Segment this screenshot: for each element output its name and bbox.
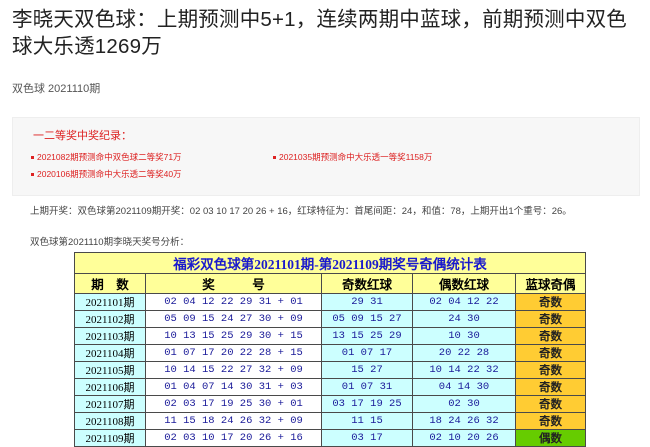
blue-parity-cell: 偶数 bbox=[514, 429, 587, 447]
table-row: 2021101期 02 04 12 22 29 31 + 01 29 31 02… bbox=[74, 293, 587, 311]
table-row: 2021103期 10 13 15 25 29 30 + 15 13 15 25… bbox=[74, 327, 587, 345]
bullet-icon bbox=[31, 173, 34, 177]
period-cell: 2021105期 bbox=[74, 361, 146, 379]
period-cell: 2021103期 bbox=[74, 327, 146, 345]
numbers-cell: 05 09 15 24 27 30 + 09 bbox=[145, 310, 322, 328]
odd-red-cell: 15 27 bbox=[321, 361, 413, 379]
period-cell: 2021106期 bbox=[74, 378, 146, 396]
table-row: 2021104期 01 07 17 20 22 28 + 15 01 07 17… bbox=[74, 344, 587, 362]
even-red-cell: 02 30 bbox=[412, 395, 516, 413]
odd-red-cell: 01 07 31 bbox=[321, 378, 413, 396]
last-draw-info: 上期开奖：双色球第2021109期开奖：02 03 10 17 20 26 + … bbox=[30, 206, 572, 217]
blue-parity-cell: 奇数 bbox=[514, 412, 587, 430]
numbers-cell: 01 04 07 14 30 31 + 03 bbox=[145, 378, 322, 396]
bullet-icon bbox=[273, 156, 276, 160]
blue-parity-cell: 奇数 bbox=[514, 361, 587, 379]
header-blue-parity: 蓝球奇偶 bbox=[514, 273, 587, 294]
even-red-cell: 02 10 20 26 bbox=[412, 429, 516, 447]
even-red-cell: 24 30 bbox=[412, 310, 516, 328]
odd-red-cell: 05 09 15 27 bbox=[321, 310, 413, 328]
odd-even-stats-table: 福彩双色球第2021101期-第2021109期奖号奇偶统计表 期 数 奖 号 … bbox=[73, 252, 587, 447]
blue-parity-cell: 奇数 bbox=[514, 310, 587, 328]
even-red-cell: 04 14 30 bbox=[412, 378, 516, 396]
even-red-cell: 10 30 bbox=[412, 327, 516, 345]
blue-parity-cell: 奇数 bbox=[514, 395, 587, 413]
period-cell: 2021101期 bbox=[74, 293, 146, 311]
table-row: 2021108期 11 15 18 24 26 32 + 09 11 15 18… bbox=[74, 412, 587, 430]
blue-parity-cell: 奇数 bbox=[514, 344, 587, 362]
blue-parity-cell: 奇数 bbox=[514, 293, 587, 311]
numbers-cell: 10 13 15 25 29 30 + 15 bbox=[145, 327, 322, 345]
issue-subtitle: 双色球 2021110期 bbox=[12, 83, 101, 95]
odd-red-cell: 03 17 bbox=[321, 429, 413, 447]
blue-parity-cell: 奇数 bbox=[514, 378, 587, 396]
period-cell: 2021104期 bbox=[74, 344, 146, 362]
table-row: 2021106期 01 04 07 14 30 31 + 03 01 07 31… bbox=[74, 378, 587, 396]
even-red-cell: 10 14 22 32 bbox=[412, 361, 516, 379]
even-red-cell: 02 04 12 22 bbox=[412, 293, 516, 311]
numbers-cell: 10 14 15 22 27 32 + 09 bbox=[145, 361, 322, 379]
page-title: 李晓天双色球：上期预测中5+1，连续两期中蓝球，前期预测中双色球大乐透1269万 bbox=[12, 8, 627, 58]
award-item: 2020106期预测命中大乐透二等奖40万 bbox=[31, 168, 182, 180]
header-period: 期 数 bbox=[74, 273, 146, 294]
even-red-cell: 20 22 28 bbox=[412, 344, 516, 362]
awards-box: 一二等奖中奖纪录： 2021082期预测命中双色球二等奖71万 2021035期… bbox=[12, 117, 640, 196]
odd-red-cell: 13 15 25 29 bbox=[321, 327, 413, 345]
period-cell: 2021107期 bbox=[74, 395, 146, 413]
odd-red-cell: 29 31 bbox=[321, 293, 413, 311]
table-row: 2021105期 10 14 15 22 27 32 + 09 15 27 10… bbox=[74, 361, 587, 379]
awards-title: 一二等奖中奖纪录： bbox=[33, 130, 132, 142]
numbers-cell: 01 07 17 20 22 28 + 15 bbox=[145, 344, 322, 362]
numbers-cell: 02 03 10 17 20 26 + 16 bbox=[145, 429, 322, 447]
numbers-cell: 02 03 17 19 25 30 + 01 bbox=[145, 395, 322, 413]
table-row: 2021107期 02 03 17 19 25 30 + 01 03 17 19… bbox=[74, 395, 587, 413]
bullet-icon bbox=[31, 156, 34, 160]
numbers-cell: 11 15 18 24 26 32 + 09 bbox=[145, 412, 322, 430]
blue-parity-cell: 奇数 bbox=[514, 327, 587, 345]
table-row: 2021102期 05 09 15 24 27 30 + 09 05 09 15… bbox=[74, 310, 587, 328]
even-red-cell: 18 24 26 32 bbox=[412, 412, 516, 430]
award-item: 2021082期预测命中双色球二等奖71万 bbox=[31, 151, 182, 163]
header-numbers: 奖 号 bbox=[145, 273, 322, 294]
table-caption: 福彩双色球第2021101期-第2021109期奖号奇偶统计表 bbox=[73, 252, 587, 274]
header-odd-red: 奇数红球 bbox=[321, 273, 413, 294]
period-cell: 2021109期 bbox=[74, 429, 146, 447]
period-cell: 2021108期 bbox=[74, 412, 146, 430]
table-header-row: 期 数 奖 号 奇数红球 偶数红球 蓝球奇偶 bbox=[74, 273, 587, 294]
odd-red-cell: 01 07 17 bbox=[321, 344, 413, 362]
header-even-red: 偶数红球 bbox=[412, 273, 516, 294]
table-row: 2021109期 02 03 10 17 20 26 + 16 03 17 02… bbox=[74, 429, 587, 447]
analysis-intro: 双色球第2021110期李晓天奖号分析： bbox=[30, 237, 190, 248]
period-cell: 2021102期 bbox=[74, 310, 146, 328]
odd-red-cell: 03 17 19 25 bbox=[321, 395, 413, 413]
odd-red-cell: 11 15 bbox=[321, 412, 413, 430]
numbers-cell: 02 04 12 22 29 31 + 01 bbox=[145, 293, 322, 311]
award-item: 2021035期预测命中大乐透一等奖1158万 bbox=[273, 151, 432, 163]
